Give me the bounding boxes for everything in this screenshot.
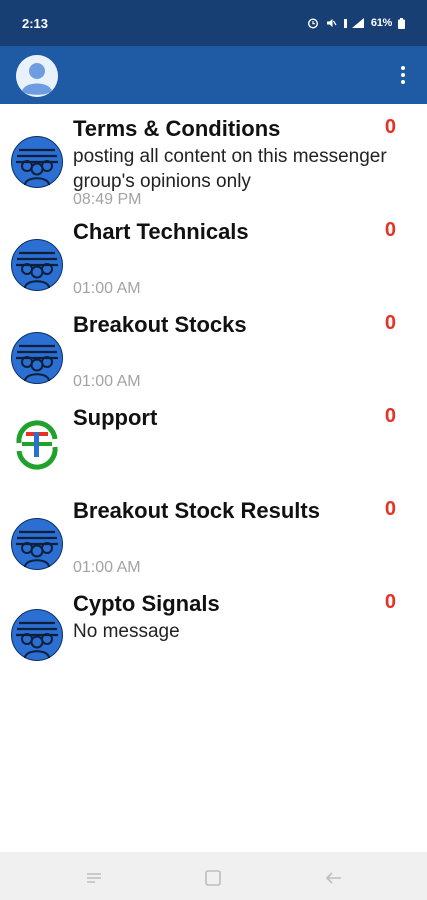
support-logo-icon bbox=[13, 420, 61, 470]
chat-list-item[interactable]: Breakout Stock Results 0 01:00 AM bbox=[0, 486, 427, 579]
unread-count: 0 bbox=[384, 591, 396, 613]
more-options-button[interactable] bbox=[393, 62, 413, 88]
more-vert-icon bbox=[401, 66, 405, 70]
chat-title: Breakout Stock Results bbox=[73, 498, 320, 523]
status-icons: 61% bbox=[307, 17, 405, 29]
chat-title: Chart Technicals bbox=[73, 219, 249, 244]
chat-preview: posting all content on this messenger gr… bbox=[73, 146, 387, 192]
chat-time: 01:00 AM bbox=[73, 373, 141, 390]
person-icon bbox=[16, 55, 58, 97]
chat-time: 01:00 AM bbox=[73, 559, 141, 576]
status-bar: 2:13 61% bbox=[0, 0, 427, 46]
chat-title: Support bbox=[73, 405, 158, 430]
group-icon bbox=[11, 609, 63, 661]
unread-count: 0 bbox=[384, 405, 396, 427]
mute-icon bbox=[326, 19, 337, 27]
unread-count: 0 bbox=[384, 116, 396, 138]
chat-list-item[interactable]: Support 0 bbox=[0, 393, 427, 486]
unread-count: 0 bbox=[384, 312, 396, 334]
battery-icon bbox=[398, 17, 405, 29]
back-icon[interactable] bbox=[321, 866, 345, 890]
chat-list: Terms & Conditions 0 posting all content… bbox=[0, 104, 427, 661]
chat-time: 01:00 AM bbox=[73, 280, 141, 297]
group-icon bbox=[11, 518, 63, 570]
system-nav-bar bbox=[0, 852, 427, 900]
chat-list-item[interactable]: Chart Technicals 0 01:00 AM bbox=[0, 207, 427, 300]
recent-apps-icon[interactable] bbox=[82, 866, 106, 890]
unread-count: 0 bbox=[384, 498, 396, 520]
group-icon bbox=[11, 239, 63, 291]
chat-list-item[interactable]: Terms & Conditions 0 posting all content… bbox=[0, 104, 427, 208]
app-bar bbox=[0, 46, 427, 104]
chat-title: Terms & Conditions bbox=[73, 116, 281, 141]
group-icon bbox=[11, 332, 63, 384]
chat-list-item[interactable]: Breakout Stocks 0 01:00 AM bbox=[0, 300, 427, 393]
profile-avatar[interactable] bbox=[16, 55, 58, 97]
signal-icon bbox=[343, 18, 364, 28]
home-icon[interactable] bbox=[201, 866, 225, 890]
chat-list-item[interactable]: Cypto Signals 0 No message bbox=[0, 579, 427, 661]
unread-count: 0 bbox=[384, 219, 396, 241]
alarm-icon bbox=[307, 18, 318, 29]
status-time: 2:13 bbox=[22, 15, 49, 31]
battery-percent: 61% bbox=[370, 17, 392, 29]
group-icon bbox=[11, 136, 63, 188]
chat-title: Breakout Stocks bbox=[73, 312, 247, 337]
chat-title: Cypto Signals bbox=[73, 591, 220, 616]
chat-preview: No message bbox=[73, 621, 180, 642]
